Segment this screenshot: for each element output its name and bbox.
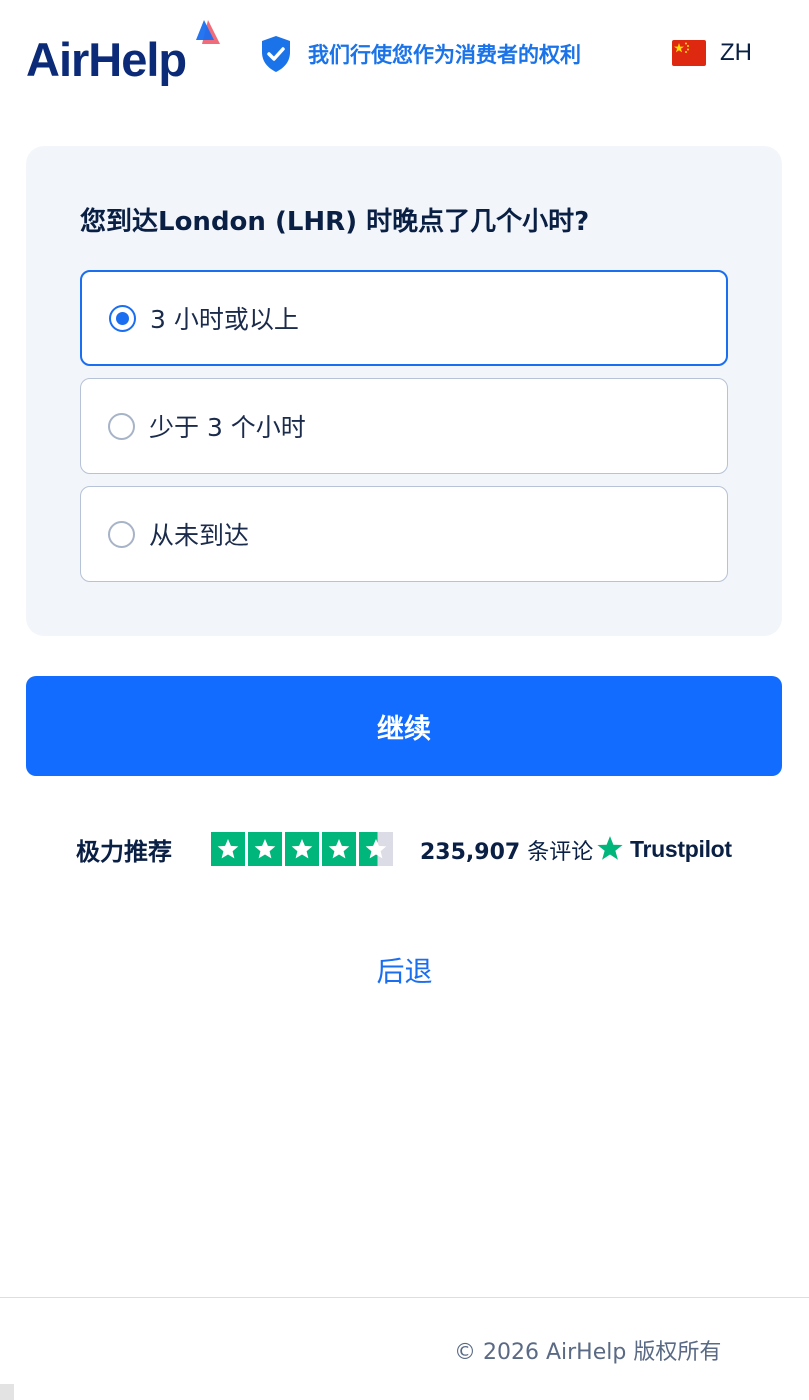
trustpilot-logo[interactable]: Trustpilot <box>596 832 732 866</box>
trustpilot-text: Trustpilot <box>630 835 732 862</box>
review-count: 235,907 条评论 <box>420 834 593 866</box>
star-icon <box>248 832 282 866</box>
shield-check-icon <box>262 36 290 72</box>
consumer-rights-text: 我们行使您作为消费者的权利 <box>308 43 581 67</box>
question-title: 您到达London (LHR) 时晚点了几个小时? <box>80 207 590 237</box>
footer-copyright: © 2026 AirHelp 版权所有 <box>454 1340 722 1365</box>
continue-button[interactable]: 继续 <box>26 676 782 776</box>
rating-stars <box>211 832 396 866</box>
option-never-arrived[interactable]: 从未到达 <box>80 486 728 582</box>
logo-mark-icon <box>196 20 220 44</box>
option-label: 从未到达 <box>149 521 250 550</box>
rating-word: 极力推荐 <box>76 838 172 866</box>
option-label: 少于 3 个小时 <box>149 413 306 442</box>
logo-text: AirHelp <box>26 33 187 86</box>
language-code: ZH <box>720 39 752 66</box>
trustpilot-rating: 极力推荐 235,907 条评论 Trustpilot <box>0 826 809 872</box>
review-number: 235,907 <box>420 840 521 865</box>
corner-artifact <box>0 1384 14 1400</box>
header: AirHelp 我们行使您作为消费者的权利 ZH <box>0 0 809 110</box>
option-less-than-3-hours[interactable]: 少于 3 个小时 <box>80 378 728 474</box>
footer-divider <box>0 1297 809 1298</box>
star-icon <box>322 832 356 866</box>
radio-button-selected[interactable] <box>109 304 136 332</box>
star-icon <box>211 832 245 866</box>
option-3-hours-or-more[interactable]: 3 小时或以上 <box>80 270 728 366</box>
radio-button[interactable] <box>108 412 135 440</box>
question-card: 您到达London (LHR) 时晚点了几个小时? 3 小时或以上 少于 3 个… <box>26 146 782 636</box>
radio-button[interactable] <box>108 520 135 548</box>
review-suffix: 条评论 <box>527 840 594 865</box>
back-link[interactable]: 后退 <box>0 950 809 990</box>
star-icon <box>285 832 319 866</box>
china-flag-icon <box>672 40 706 66</box>
airhelp-logo[interactable]: AirHelp <box>26 18 226 90</box>
language-selector[interactable]: ZH <box>672 36 752 70</box>
trustpilot-star-icon <box>597 836 623 860</box>
option-label: 3 小时或以上 <box>150 305 299 334</box>
consumer-rights-banner[interactable]: 我们行使您作为消费者的权利 <box>260 34 581 74</box>
half-star-icon <box>359 832 393 866</box>
